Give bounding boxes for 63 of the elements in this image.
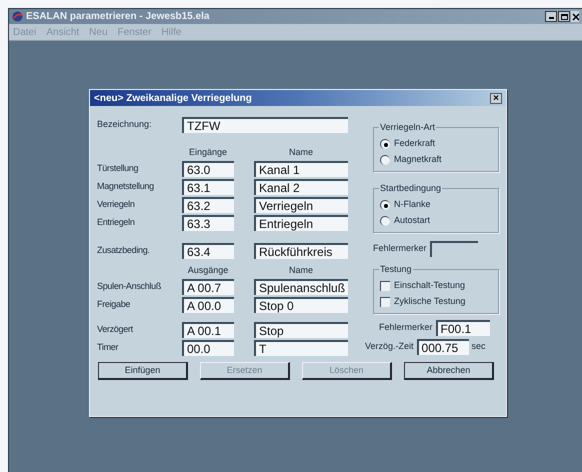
option-label: Einschalt-Testung: [394, 279, 466, 292]
radio-button[interactable]: [380, 216, 390, 226]
name-field[interactable]: Verriegeln: [254, 197, 348, 213]
address-field[interactable]: 00.0: [182, 340, 234, 356]
option-label: N-Flanke: [394, 198, 431, 212]
address-field[interactable]: A 00.0: [182, 297, 234, 313]
dialog-button[interactable]: Abbrechen: [404, 362, 494, 380]
maximize-button[interactable]: [558, 11, 570, 22]
column-header: Eingänge: [188, 146, 228, 159]
option-label: Autostart: [394, 214, 430, 228]
address-field[interactable]: 63.2: [182, 197, 234, 213]
column-header: Ausgänge: [186, 264, 230, 277]
field-label: Fehlermerker: [379, 321, 433, 334]
group-title: Testung: [379, 264, 413, 274]
designation-field[interactable]: TZFW: [182, 117, 348, 133]
option-label: Zyklische Testung: [394, 295, 466, 308]
name-field[interactable]: Kanal 1: [254, 161, 348, 177]
field-label: Bezeichnung:: [97, 118, 153, 132]
radio-button[interactable]: [380, 139, 390, 149]
name-field[interactable]: Entriegeln: [254, 215, 348, 231]
address-field[interactable]: 63.0: [182, 161, 234, 177]
field-label: Verriegeln: [97, 198, 136, 212]
group-title: Verriegeln-Art: [379, 122, 436, 132]
field-label: Zusatzbeding.: [97, 244, 151, 258]
dialog-title: <neu> Zweikanalige Verriegelung: [94, 92, 252, 106]
app-icon: [12, 11, 23, 22]
window-title: ESALAN parametrieren - Jewesb15.ela: [26, 10, 210, 24]
name-field[interactable]: Rückführkreis: [254, 243, 348, 259]
field-label: Fehlermerker: [373, 242, 427, 256]
name-field[interactable]: Spulenanschluß: [254, 279, 348, 295]
name-field[interactable]: Stop 0: [254, 297, 348, 313]
minimize-button[interactable]: [545, 11, 557, 22]
field-label: Timer: [97, 341, 120, 354]
field-label: Verzög.-Zeit: [365, 340, 414, 354]
address-field[interactable]: 63.3: [182, 215, 234, 231]
delay-time-field[interactable]: 000.75: [416, 339, 469, 355]
address-field[interactable]: A 00.1: [182, 322, 234, 338]
column-header: Name: [288, 146, 314, 158]
address-field[interactable]: 63.1: [182, 179, 234, 195]
address-field[interactable]: 63.4: [182, 243, 234, 259]
close-icon[interactable]: [571, 11, 579, 22]
name-field[interactable]: Stop: [254, 322, 348, 338]
field-label: Türstellung: [97, 162, 140, 176]
error-flag-field[interactable]: F00.1: [436, 320, 490, 336]
checkbox[interactable]: [380, 281, 390, 291]
address-field[interactable]: A 00.7: [182, 279, 234, 295]
unit-label: sec: [472, 340, 486, 354]
field-label: Magnetstellung: [97, 180, 155, 194]
field-label: Verzögert: [97, 323, 134, 336]
field-label: Freigabe: [97, 298, 132, 312]
column-header: Name: [288, 264, 314, 276]
option-label: Federkraft: [394, 137, 436, 150]
option-label: Magnetkraft: [394, 153, 442, 166]
dialog-button[interactable]: Einfügen: [98, 362, 188, 380]
field-label: Entriegeln: [97, 216, 136, 230]
radio-button[interactable]: [380, 200, 390, 210]
field-label: Spulen-Anschluß: [97, 280, 162, 294]
close-button[interactable]: ×: [490, 92, 502, 104]
radio-button[interactable]: [380, 155, 390, 165]
group-title: Startbedingung: [379, 183, 442, 193]
name-field[interactable]: T: [254, 340, 348, 356]
checkbox[interactable]: [380, 297, 390, 307]
name-field[interactable]: Kanal 2: [254, 179, 348, 195]
